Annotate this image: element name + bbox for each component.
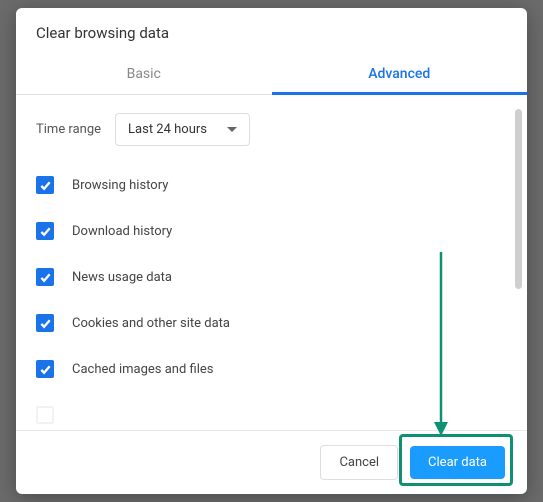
option-news-usage: News usage data [36, 268, 507, 286]
chevron-down-icon [227, 127, 237, 132]
dialog-footer: Cancel Clear data [16, 430, 527, 494]
tab-advanced[interactable]: Advanced [272, 56, 528, 94]
time-range-value: Last 24 hours [128, 122, 207, 137]
tab-basic[interactable]: Basic [16, 56, 272, 94]
option-label: Cookies and other site data [72, 316, 230, 331]
clear-browsing-data-dialog: Clear browsing data Basic Advanced Time … [16, 8, 527, 494]
checkbox-download-history[interactable] [36, 222, 54, 240]
option-browsing-history: Browsing history [36, 176, 507, 194]
dialog-content: Time range Last 24 hours Browsing histor… [16, 95, 527, 430]
checkbox-cached-images[interactable] [36, 360, 54, 378]
checkbox-news-usage[interactable] [36, 268, 54, 286]
option-cached-images: Cached images and files [36, 360, 507, 378]
option-label: Browsing history [72, 178, 168, 193]
dialog-title: Clear browsing data [16, 8, 527, 56]
time-range-label: Time range [36, 122, 101, 137]
option-cookies: Cookies and other site data [36, 314, 507, 332]
checkbox-cookies[interactable] [36, 314, 54, 332]
time-range-row: Time range Last 24 hours [36, 113, 507, 146]
scroll-area: Time range Last 24 hours Browsing histor… [16, 95, 527, 424]
checkbox-browsing-history[interactable] [36, 176, 54, 194]
clear-data-button[interactable]: Clear data [410, 446, 505, 479]
option-download-history: Download history [36, 222, 507, 240]
checkbox-partial[interactable] [36, 406, 54, 424]
option-label: Cached images and files [72, 362, 213, 377]
scrollbar-thumb[interactable] [515, 109, 522, 289]
time-range-select[interactable]: Last 24 hours [115, 113, 250, 146]
option-label: News usage data [72, 270, 172, 285]
option-label: Download history [72, 224, 172, 239]
cancel-button[interactable]: Cancel [320, 445, 398, 480]
tabs: Basic Advanced [16, 56, 527, 95]
option-partial [36, 406, 507, 424]
